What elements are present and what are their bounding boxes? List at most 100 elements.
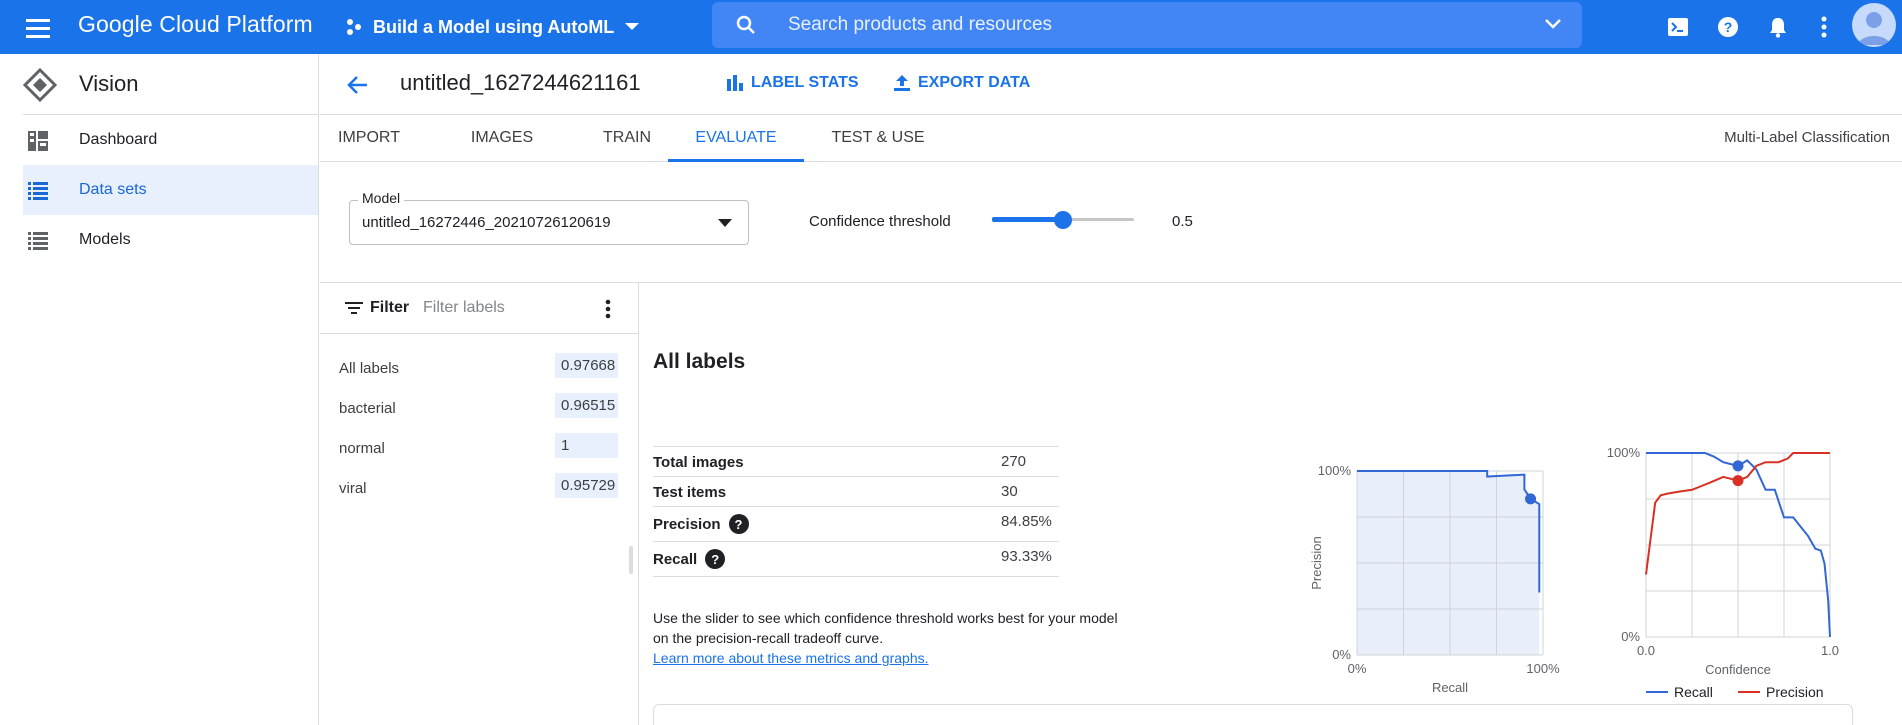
metric-label: Precision? — [653, 514, 749, 534]
metric-value: 270 — [1001, 453, 1027, 470]
export-data-label: EXPORT DATA — [918, 74, 1031, 91]
notifications-icon[interactable] — [1764, 13, 1792, 41]
list-icon — [28, 232, 48, 250]
y-tick-label: 100% — [1607, 445, 1641, 460]
upload-icon — [894, 75, 910, 91]
help-icon[interactable]: ? — [705, 549, 726, 569]
precision-threshold-marker — [1732, 475, 1744, 487]
x-axis-label: Confidence — [1705, 662, 1771, 677]
menu-icon[interactable] — [22, 12, 54, 44]
label-score: 0.96515 — [555, 393, 618, 418]
label-row-bacterial[interactable]: bacterial 0.96515 — [320, 390, 639, 430]
avatar[interactable] — [1852, 3, 1896, 47]
legend-label: Recall — [1674, 684, 1713, 700]
export-data-button[interactable]: EXPORT DATA — [893, 74, 1030, 92]
panel-resize-handle[interactable] — [629, 546, 633, 574]
metric-label: Test items — [653, 484, 726, 501]
left-nav: Vision Dashboard Data sets Models — [23, 54, 319, 725]
label-filter-panel: Filter Filter labels All labels 0.97668 … — [320, 283, 639, 725]
model-select[interactable]: Model untitled_16272446_20210726120619 — [349, 190, 749, 245]
filter-bar: Filter Filter labels — [320, 283, 639, 334]
recall-threshold-marker — [1732, 460, 1744, 472]
filter-icon[interactable] — [345, 302, 363, 314]
dropdown-arrow-icon — [718, 219, 732, 227]
chevron-down-icon[interactable] — [1542, 13, 1564, 35]
label-score: 0.97668 — [555, 353, 618, 378]
label-stats-button[interactable]: LABEL STATS — [726, 74, 859, 92]
metric-row-precision: Precision? 84.85% — [653, 506, 1059, 541]
label-stats-label: LABEL STATS — [751, 74, 859, 91]
search-input[interactable]: Search products and resources — [712, 2, 1582, 48]
search-placeholder: Search products and resources — [788, 14, 1053, 35]
confidence-slider[interactable] — [992, 208, 1134, 232]
more-vert-icon[interactable] — [1810, 13, 1838, 41]
model-type-label: Multi-Label Classification — [1724, 129, 1890, 146]
model-row: Model untitled_16272446_20210726120619 C… — [320, 162, 1902, 283]
help-icon[interactable]: ? — [1714, 13, 1742, 41]
precision-recall-chart: 100%0%0% 100%RecallPrecision — [1309, 463, 1560, 695]
metrics-table: Total images 270 Test items 30 Precision… — [653, 446, 1059, 577]
label-name: normal — [339, 440, 385, 457]
page-title: untitled_1627244621161 — [400, 70, 641, 95]
project-selector[interactable]: Build a Model using AutoML — [345, 12, 640, 42]
x-tick-label: 1.0 — [1821, 643, 1839, 658]
pr-plot: 100%0%0% 100%RecallPrecision — [1309, 463, 1560, 695]
x-tick-label: 0.0 — [1637, 643, 1655, 658]
help-icon[interactable]: ? — [728, 514, 749, 534]
label-name: viral — [339, 480, 367, 497]
svg-text:?: ? — [1724, 19, 1733, 35]
slider-thumb[interactable] — [1054, 211, 1072, 229]
label-row-normal[interactable]: normal 1 — [320, 430, 639, 470]
x-axis-label: Recall — [1432, 680, 1468, 695]
label-row-viral[interactable]: viral 0.95729 — [320, 470, 639, 510]
section-title: All labels — [653, 350, 746, 373]
learn-more-link[interactable]: Learn more about these metrics and graph… — [653, 650, 929, 666]
sidebar-item-label: Data sets — [79, 181, 147, 198]
project-icon — [347, 19, 361, 35]
help-text: Use the slider to see which confidence t… — [653, 608, 1123, 668]
model-select-label: Model — [358, 190, 405, 206]
filter-label[interactable]: Filter — [370, 299, 409, 317]
label-name: All labels — [339, 360, 400, 377]
tab-evaluate[interactable]: EVALUATE — [668, 115, 804, 162]
sidebar-item-label: Dashboard — [79, 131, 158, 148]
tab-test-use[interactable]: TEST & USE — [825, 115, 931, 161]
label-score: 1 — [555, 433, 618, 458]
metric-label: Recall? — [653, 549, 726, 569]
tab-train[interactable]: TRAIN — [582, 115, 672, 161]
metric-label-text: Precision — [653, 515, 721, 533]
metric-value: 93.33% — [1001, 548, 1052, 565]
metric-row-test-items: Test items 30 — [653, 476, 1059, 506]
tab-import[interactable]: IMPORT — [329, 115, 409, 161]
x-tick-label: 0% — [1348, 661, 1367, 676]
metric-row-total-images: Total images 270 — [653, 446, 1059, 476]
vision-logo-icon — [23, 68, 57, 102]
chevron-down-icon — [625, 23, 640, 30]
metric-label: Total images — [653, 454, 744, 471]
tab-images[interactable]: IMAGES — [457, 115, 547, 161]
metric-value: 30 — [1001, 483, 1018, 500]
model-select-value: untitled_16272446_20210726120619 — [362, 214, 611, 231]
sidebar-item-label: Models — [79, 231, 131, 248]
product-name: Vision — [79, 71, 139, 96]
top-app-bar: Google Cloud Platform Build a Model usin… — [0, 0, 1902, 54]
more-vert-icon[interactable] — [598, 298, 618, 320]
tab-bar: IMPORT IMAGES TRAIN EVALUATE TEST & USE … — [320, 115, 1902, 162]
list-icon — [28, 182, 48, 200]
metric-label-text: Test items — [653, 484, 727, 501]
product-header: Vision — [23, 54, 318, 115]
brand-logo-text[interactable]: Google Cloud Platform — [78, 11, 313, 38]
cloud-shell-icon[interactable] — [1664, 13, 1692, 41]
search-icon — [736, 15, 755, 34]
metric-label-text: Total images — [653, 454, 744, 471]
confidence-chart: 100% 0%0.0 1.0 Confidence Recall Precision — [1607, 445, 1839, 700]
label-row-all[interactable]: All labels 0.97668 — [320, 350, 639, 390]
dashboard-icon — [28, 131, 48, 151]
filter-labels-input[interactable]: Filter labels — [423, 299, 505, 317]
y-tick-label: 0% — [1332, 647, 1351, 662]
sidebar-item-models[interactable]: Models — [23, 215, 318, 265]
sidebar-item-data-sets[interactable]: Data sets — [23, 165, 318, 215]
back-arrow-icon[interactable] — [342, 70, 372, 100]
help-description: Use the slider to see which confidence t… — [653, 610, 1118, 646]
sidebar-item-dashboard[interactable]: Dashboard — [23, 115, 318, 165]
